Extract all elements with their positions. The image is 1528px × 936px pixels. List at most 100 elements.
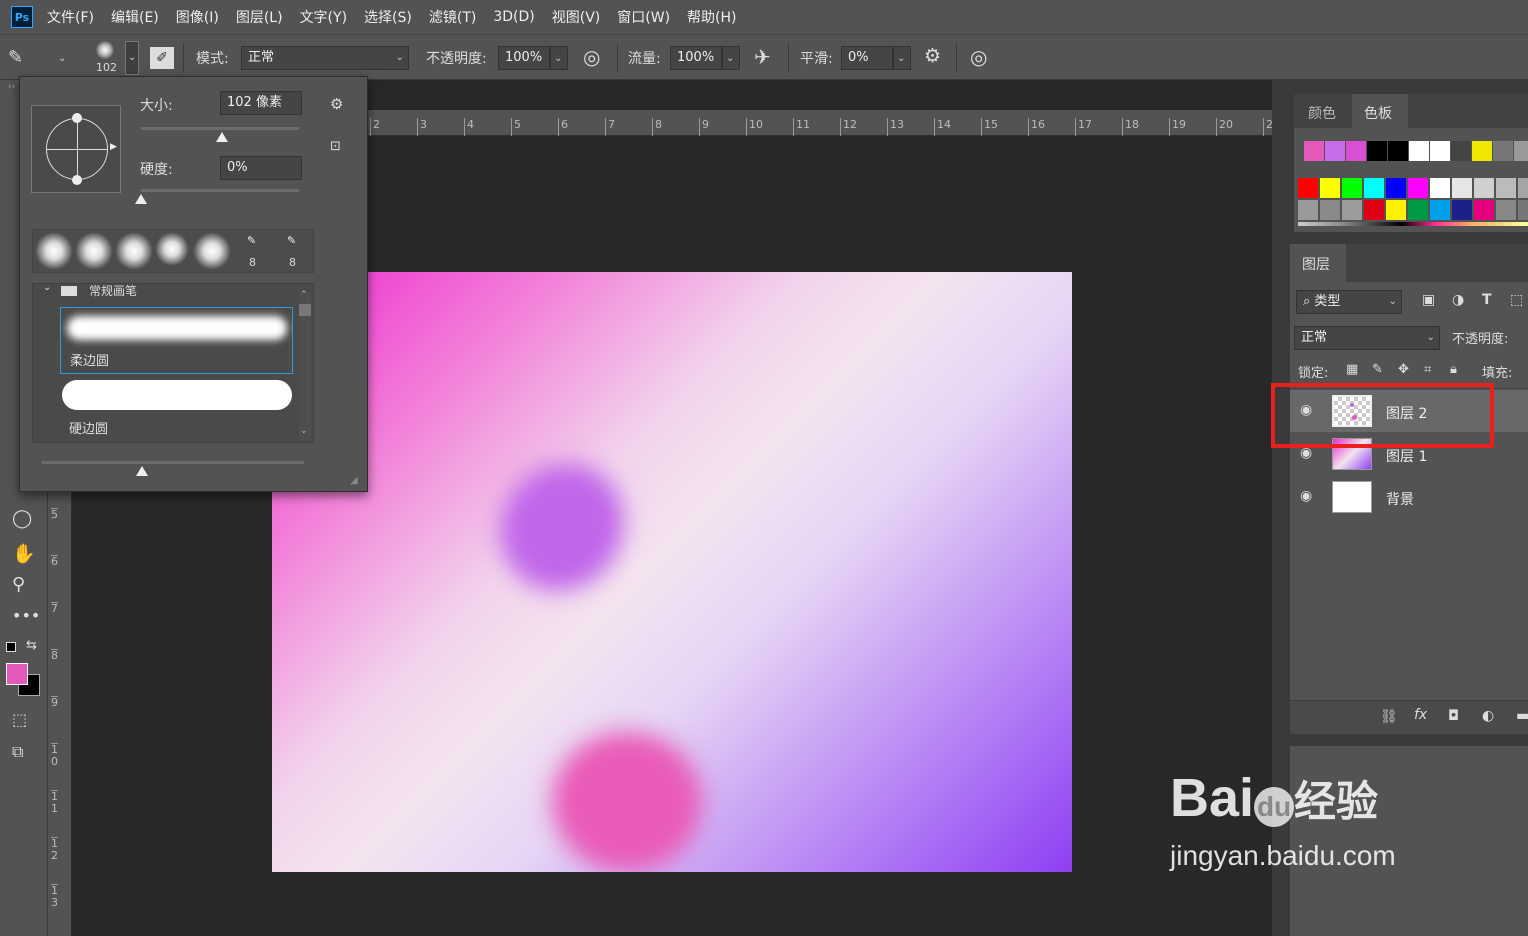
color-swatch[interactable]: [1493, 141, 1513, 161]
roundness-handle[interactable]: [72, 175, 82, 185]
resize-grip-icon[interactable]: ◢: [350, 475, 358, 486]
color-swatch[interactable]: [1325, 141, 1345, 161]
filter-shape-icon[interactable]: ⬚: [1510, 292, 1523, 308]
collapse-icon[interactable]: ››: [8, 82, 15, 92]
menu-help[interactable]: 帮助(H): [687, 7, 736, 27]
spray-brush-icon[interactable]: ✎: [247, 234, 256, 247]
lock-move-icon[interactable]: ✥: [1398, 362, 1409, 377]
brush-settings-panel-icon[interactable]: ✐: [150, 47, 174, 69]
brush-item-soft-round[interactable]: 柔边圆: [60, 307, 293, 374]
brush-item-hard-round[interactable]: 硬边圆: [60, 376, 293, 442]
gear-icon[interactable]: ⚙: [924, 45, 941, 67]
brush-tool-icon[interactable]: ✎: [8, 47, 23, 68]
menu-edit[interactable]: 编辑(E): [111, 7, 159, 27]
scroll-up-icon[interactable]: ⌃: [300, 290, 308, 300]
color-swatch[interactable]: [1320, 200, 1340, 220]
tool-preset-chevron-icon[interactable]: ⌄: [58, 53, 66, 64]
preview-size-slider-track[interactable]: [42, 461, 304, 464]
pressure-size-icon[interactable]: ◎: [970, 45, 987, 69]
color-swatch[interactable]: [1409, 141, 1429, 161]
color-swatch[interactable]: [1430, 178, 1450, 198]
color-swatch[interactable]: [1430, 200, 1450, 220]
color-swatch[interactable]: [1474, 178, 1494, 198]
lock-transparent-icon[interactable]: ▦: [1346, 362, 1358, 377]
lock-paint-icon[interactable]: ✎: [1372, 362, 1383, 377]
blend-mode-select[interactable]: 正常 ⌄: [1294, 326, 1440, 350]
color-swatch[interactable]: [1430, 141, 1450, 161]
recent-brush-tip[interactable]: [35, 232, 73, 270]
color-swatch[interactable]: [1472, 141, 1492, 161]
tab-color[interactable]: 颜色: [1308, 103, 1336, 123]
smoothing-dropdown[interactable]: ⌄: [893, 46, 911, 70]
menu-filter[interactable]: 滤镜(T): [429, 7, 476, 27]
angle-arrow-icon[interactable]: ▶: [110, 142, 117, 152]
filter-adjustment-icon[interactable]: ◑: [1452, 292, 1464, 308]
screen-mode-icon[interactable]: ⧉: [12, 742, 23, 762]
size-input[interactable]: 102 像素: [220, 91, 302, 115]
color-swatch[interactable]: [1518, 200, 1528, 220]
layer-filter-select[interactable]: ⌕ 类型 ⌄: [1296, 290, 1402, 314]
pressure-opacity-icon[interactable]: ◎: [583, 45, 600, 69]
new-preset-icon[interactable]: ⊡: [330, 139, 341, 154]
color-swatch[interactable]: [1386, 178, 1406, 198]
opacity-dropdown[interactable]: ⌄: [550, 46, 568, 70]
brush-preview-icon[interactable]: [96, 41, 114, 59]
color-swatch[interactable]: [1496, 178, 1516, 198]
color-swatch[interactable]: [1364, 200, 1384, 220]
hardness-slider-track[interactable]: [141, 189, 299, 192]
flow-input[interactable]: 100%: [670, 46, 722, 70]
tab-layers[interactable]: 图层: [1302, 254, 1330, 274]
color-swatch[interactable]: [1386, 200, 1406, 220]
roundness-handle[interactable]: [72, 113, 82, 123]
hardness-slider-thumb[interactable]: [135, 194, 147, 204]
color-swatch[interactable]: [1518, 178, 1528, 198]
add-mask-icon[interactable]: ◘: [1448, 708, 1459, 724]
quick-mask-icon[interactable]: ⬚: [12, 710, 27, 729]
menu-window[interactable]: 窗口(W): [617, 7, 670, 27]
zoom-tool-icon[interactable]: ⚲: [12, 574, 25, 595]
lock-artboard-icon[interactable]: ⌗: [1424, 362, 1431, 377]
opacity-input[interactable]: 100%: [498, 46, 550, 70]
color-swatch[interactable]: [1474, 200, 1494, 220]
brush-list-scrollbar[interactable]: ⌃ ⌄: [299, 290, 311, 440]
color-swatch[interactable]: [1452, 178, 1472, 198]
adjustment-layer-icon[interactable]: ◐: [1482, 708, 1494, 724]
menu-3d[interactable]: 3D(D): [493, 9, 534, 25]
color-swatch[interactable]: [1342, 200, 1362, 220]
fx-icon[interactable]: fx: [1414, 707, 1427, 723]
ellipse-tool-icon[interactable]: ◯: [12, 508, 32, 529]
menu-image[interactable]: 图像(I): [176, 7, 219, 27]
hand-tool-icon[interactable]: ✋: [12, 542, 36, 565]
filter-type-icon[interactable]: T: [1482, 292, 1492, 308]
color-swatch[interactable]: [1514, 141, 1528, 161]
menu-type[interactable]: 文字(Y): [300, 7, 347, 27]
color-swatch[interactable]: [1408, 178, 1428, 198]
color-swatch[interactable]: [1452, 200, 1472, 220]
color-swatch[interactable]: [1320, 178, 1340, 198]
size-slider-track[interactable]: [141, 127, 299, 130]
swap-colors-icon[interactable]: ⇆: [26, 638, 37, 653]
color-swatch[interactable]: [1388, 141, 1408, 161]
gear-icon[interactable]: ⚙: [330, 95, 343, 113]
menu-layer[interactable]: 图层(L): [236, 7, 283, 27]
new-group-icon[interactable]: ▬: [1516, 708, 1528, 724]
recent-brush-tip[interactable]: [193, 232, 231, 270]
menu-select[interactable]: 选择(S): [364, 7, 412, 27]
link-layers-icon[interactable]: ⛓: [1380, 709, 1398, 725]
color-swatch[interactable]: [1304, 141, 1324, 161]
layer-row-background[interactable]: ◉ 背景: [1290, 476, 1528, 518]
recent-brush-tip[interactable]: [75, 232, 113, 270]
color-swatch[interactable]: [1367, 141, 1387, 161]
default-colors-icon[interactable]: [6, 642, 16, 652]
spray-brush-icon[interactable]: ✎: [287, 234, 296, 247]
hardness-input[interactable]: 0%: [220, 156, 302, 180]
recent-brush-tip[interactable]: [115, 232, 153, 270]
brush-angle-preview[interactable]: ▶: [31, 105, 121, 193]
color-swatch[interactable]: [1408, 200, 1428, 220]
preview-size-slider-thumb[interactable]: [136, 466, 148, 476]
smoothing-input[interactable]: 0%: [841, 46, 893, 70]
color-swatch[interactable]: [1451, 141, 1471, 161]
tab-swatches[interactable]: 色板: [1364, 103, 1392, 123]
chevron-down-icon[interactable]: ⌄: [43, 284, 51, 293]
scroll-down-icon[interactable]: ⌄: [300, 426, 308, 436]
